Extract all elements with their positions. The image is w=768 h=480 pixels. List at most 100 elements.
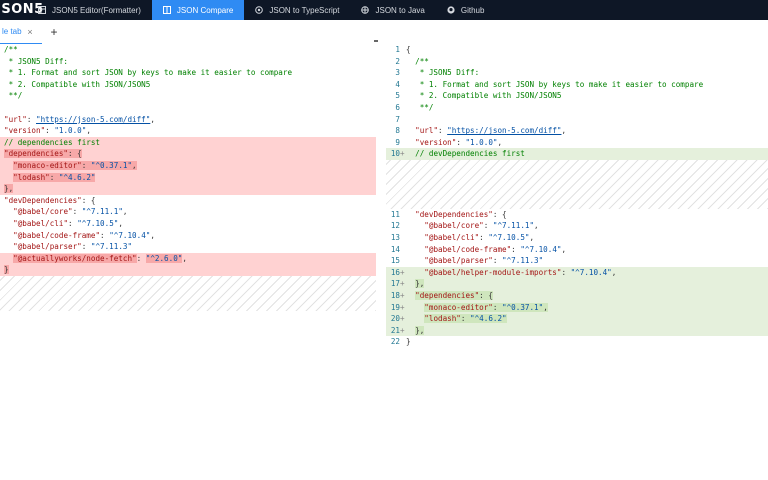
code-text: } (406, 336, 411, 348)
code-token: "lodash" (13, 172, 50, 182)
code-line: "devDependencies": { (0, 195, 376, 207)
code-line: 3 * JSON5 Diff: (386, 67, 768, 79)
top-navigation-bar: JSON5 JSON5 Editor(Formatter) JSON Compar… (0, 0, 768, 20)
deleted-line: "@actuallyworks/node-fetch": "^2.6.0", (0, 252, 376, 265)
code-token: } (406, 337, 411, 347)
code-line: /** (0, 44, 376, 56)
code-token: "^4.6.2" (470, 314, 507, 324)
code-token: : (45, 126, 55, 136)
code-line: 15 "@babel/parser": "^7.11.3" (386, 255, 768, 267)
nav-item-github[interactable]: Github (436, 0, 496, 20)
deleted-line: "dependencies": { (0, 148, 376, 160)
code-token: : (492, 302, 503, 312)
code-token: , (529, 232, 535, 242)
code-token: : { (479, 290, 493, 300)
code-token: "^7.10.5" (488, 232, 530, 242)
code-line: * 1. Format and sort JSON by keys to mak… (0, 67, 376, 79)
code-text: "@babel/code-frame": "^7.10.4", (4, 230, 155, 242)
diff-modified-pane[interactable]: 1{2 /** 3 * JSON5 Diff: 4 * 1. Format and … (386, 44, 768, 480)
compare-icon (162, 6, 171, 14)
code-token: : (81, 242, 91, 252)
code-token: : { (492, 209, 507, 219)
code-text: // devDependencies first (406, 148, 525, 160)
code-token: : (561, 267, 571, 277)
line-number: 10 (390, 149, 400, 159)
code-token: "^7.10.4" (109, 230, 151, 240)
split-sash[interactable] (374, 40, 378, 42)
code-line: "@babel/code-frame": "^7.10.4", (0, 230, 376, 242)
deleted-line: }, (0, 183, 376, 195)
nav-item-label: JSON to TypeScript (269, 5, 340, 15)
code-token: , (543, 302, 548, 312)
code-token: , (150, 114, 155, 124)
code-text: { (406, 44, 411, 56)
code-line: 5 * 2. Compatible with JSON/JSON5 (386, 90, 768, 102)
code-text: * JSON5 Diff: (406, 67, 479, 79)
code-token: : (479, 232, 489, 242)
line-number: 11 (390, 209, 400, 219)
code-text: } (4, 264, 9, 276)
nav-item-json5-editor-formatter[interactable]: JSON5 Editor(Formatter) (27, 0, 152, 20)
deleted-line: "monaco-editor": "^0.37.1", (0, 160, 376, 172)
line-number: 22 (390, 337, 400, 347)
code-line: 4 * 1. Format and sort JSON by keys to m… (386, 79, 768, 91)
close-icon[interactable]: × (24, 26, 36, 38)
code-token: , (561, 244, 567, 254)
code-token: }, (415, 325, 425, 335)
code-token: * 2. Compatible with JSON/JSON5 (406, 91, 562, 101)
code-token: "@babel/code-frame" (424, 244, 512, 254)
code-token: **/ (406, 103, 434, 112)
code-token: , (497, 137, 503, 147)
line-number: 8 (395, 126, 400, 136)
code-token: "dependencies" (415, 290, 480, 300)
code-line: **/ (0, 90, 376, 102)
code-text: /** (4, 44, 18, 56)
code-token: "^2.6.0" (145, 253, 183, 263)
add-tab-button[interactable]: + (48, 25, 60, 39)
code-line: 1{ (386, 44, 768, 56)
line-number: 19 (390, 302, 400, 312)
code-text: "@babel/cli": "^7.10.5", (4, 218, 123, 230)
github-icon (447, 6, 455, 14)
code-text: **/ (4, 90, 23, 102)
code-token: // devDependencies first (415, 149, 525, 159)
nav-item-json-compare[interactable]: JSON Compare (151, 0, 245, 20)
editor-tab-strip: le tab × + (0, 20, 768, 44)
line-number: 21 (390, 325, 400, 335)
code-token: { (406, 45, 411, 54)
nav-item-label: Github (460, 5, 485, 15)
code-token: "@babel/core" (13, 207, 73, 217)
inserted-line: 17 + }, (386, 278, 768, 290)
code-line: "version": "1.0.0", (0, 125, 376, 137)
insert-marker: + (400, 149, 405, 159)
code-text: * 2. Compatible with JSON/JSON5 (4, 79, 151, 91)
nav-item-json-to-typescript[interactable]: JSON to TypeScript (244, 0, 350, 20)
code-text: "monaco-editor": "^0.37.1", (4, 160, 137, 172)
code-token: : (49, 172, 59, 182)
code-text: }, (406, 325, 425, 337)
code-text: * 1. Format and sort JSON by keys to mak… (4, 67, 292, 79)
code-token: "^7.11.1" (81, 207, 123, 217)
code-token: * 1. Format and sort JSON by keys to mak… (406, 79, 704, 89)
nav-item-json-to-java[interactable]: JSON to Java (350, 0, 435, 20)
code-token: "devDependencies" (415, 209, 493, 219)
code-text: // dependencies first (4, 137, 100, 149)
line-number: 14 (390, 244, 400, 254)
tab-label: le tab (2, 27, 22, 36)
code-token: "^7.10.4" (520, 244, 562, 254)
code-token: **/ (4, 91, 23, 101)
insert-marker: + (400, 302, 405, 312)
code-token: : (460, 314, 471, 324)
diff-original-pane[interactable]: /** * JSON5 Diff: * 1. Format and sort J… (0, 44, 376, 480)
main-nav: JSON5 Editor(Formatter) JSON Compare JSON … (27, 0, 495, 20)
code-token: "^0.37.1" (90, 161, 133, 170)
code-token: , (611, 267, 617, 277)
code-token: , (150, 230, 155, 240)
